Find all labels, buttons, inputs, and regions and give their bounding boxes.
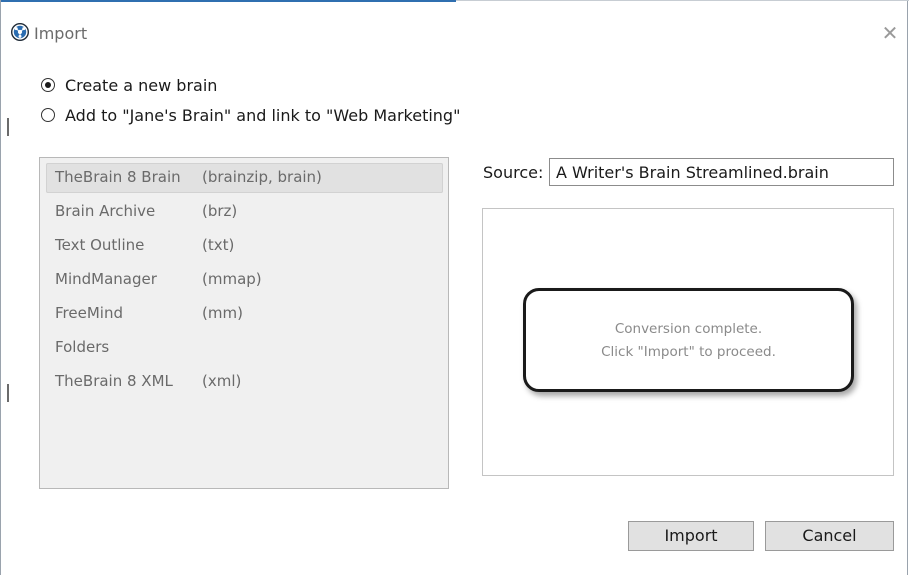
status-callout: Conversion complete. Click "Import" to p… — [523, 288, 854, 392]
format-name: TheBrain 8 Brain — [55, 168, 181, 186]
status-message-line-1: Conversion complete. — [614, 321, 763, 337]
format-name: Brain Archive — [55, 202, 156, 220]
format-item-folders[interactable]: Folders — [46, 333, 443, 363]
format-item-brain-archive[interactable]: Brain Archive (brz) — [46, 197, 443, 227]
radio-unchecked-icon[interactable] — [41, 108, 55, 122]
create-new-brain-label: Create a new brain — [65, 75, 218, 95]
format-extension: (mm) — [202, 304, 243, 322]
add-to-brain-label: Add to "Jane's Brain" and link to "Web M… — [65, 105, 461, 125]
cancel-button[interactable]: Cancel — [765, 521, 894, 551]
format-extension: (brz) — [202, 202, 238, 220]
import-button[interactable]: Import — [628, 521, 754, 551]
radio-checked-icon[interactable] — [41, 78, 55, 92]
format-item-mindmanager[interactable]: MindManager (mmap) — [46, 265, 443, 295]
window-title: Import — [34, 24, 88, 43]
import-dialog: Import ✕ Create a new brain Add to "Jane… — [0, 0, 909, 575]
format-extension: (mmap) — [202, 270, 262, 288]
add-to-brain-option[interactable]: Add to "Jane's Brain" and link to "Web M… — [41, 104, 460, 126]
format-item-text-outline[interactable]: Text Outline (txt) — [46, 231, 443, 261]
format-item-freemind[interactable]: FreeMind (mm) — [46, 299, 443, 329]
format-extension: (brainzip, brain) — [202, 168, 322, 186]
format-item-thebrain-8-brain[interactable]: TheBrain 8 Brain (brainzip, brain) — [46, 163, 443, 193]
source-label: Source: — [483, 163, 544, 182]
format-extension: (txt) — [202, 236, 235, 254]
close-icon[interactable]: ✕ — [877, 20, 903, 46]
title-bar: Import ✕ — [1, 2, 907, 45]
window-edge-mark — [7, 384, 9, 402]
source-input[interactable] — [549, 158, 894, 186]
format-list[interactable]: TheBrain 8 Brain (brainzip, brain) Brain… — [39, 157, 449, 489]
format-name: MindManager — [55, 270, 157, 288]
format-name: Text Outline — [55, 236, 145, 254]
title-border — [456, 0, 909, 1]
format-item-thebrain-8-xml[interactable]: TheBrain 8 XML (xml) — [46, 367, 443, 397]
format-name: TheBrain 8 XML — [55, 372, 173, 390]
status-message-line-2: Click "Import" to proceed. — [601, 344, 776, 360]
create-new-brain-option[interactable]: Create a new brain — [41, 74, 217, 96]
format-extension: (xml) — [202, 372, 242, 390]
thebrain-logo-icon — [11, 23, 29, 41]
format-name: FreeMind — [55, 304, 123, 322]
window-edge-mark — [7, 118, 9, 136]
format-name: Folders — [55, 338, 110, 356]
